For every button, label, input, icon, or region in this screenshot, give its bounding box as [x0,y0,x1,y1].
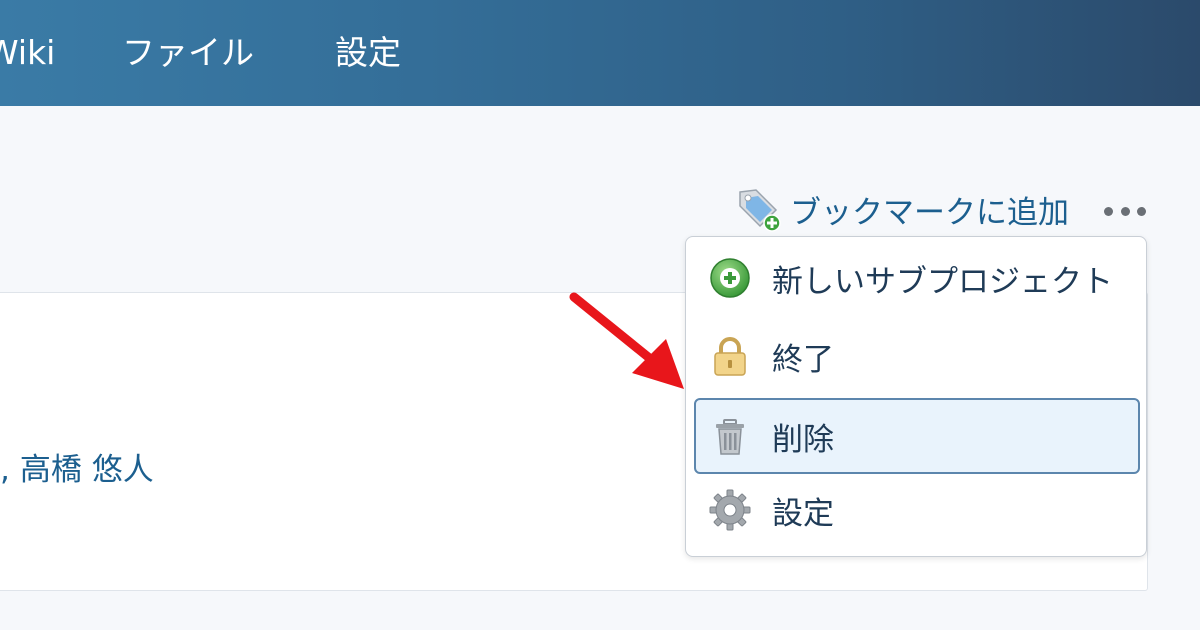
menu-item-new-subproject[interactable]: 新しいサブプロジェクト [694,241,1140,315]
menu-item-label: 終了 [772,341,834,378]
members-list: , 高橋 悠人 [0,447,154,493]
gear-icon [709,489,751,531]
top-nav-bar: Wiki ファイル 設定 [0,0,1200,106]
project-actions-menu: 新しいサブプロジェクト 終了 削除 設定 [685,236,1147,557]
nav-item-files[interactable]: ファイル [122,30,254,76]
menu-item-label: 削除 [772,421,834,458]
trash-icon [716,419,744,455]
nav-item-settings[interactable]: 設定 [335,30,401,76]
menu-item-label: 設定 [772,495,834,532]
lock-icon [714,337,746,376]
ellipsis-icon[interactable] [1104,196,1146,226]
add-circle-icon [710,258,750,298]
member-link[interactable]: 高橋 悠人 [20,452,154,488]
add-bookmark-label: ブックマークに追加 [790,194,1069,231]
menu-item-label: 新しいサブプロジェクト [772,263,1113,300]
bookmark-tag-icon [739,189,781,232]
nav-item-wiki[interactable]: Wiki [0,30,55,76]
annotation-arrow-icon [569,292,684,389]
menu-item-delete[interactable]: 削除 [694,398,1140,474]
menu-item-close-project[interactable]: 終了 [694,319,1140,393]
members-separator: , [0,452,10,488]
add-bookmark-link[interactable]: ブックマークに追加 [736,186,1069,232]
menu-item-settings[interactable]: 設定 [694,473,1140,547]
